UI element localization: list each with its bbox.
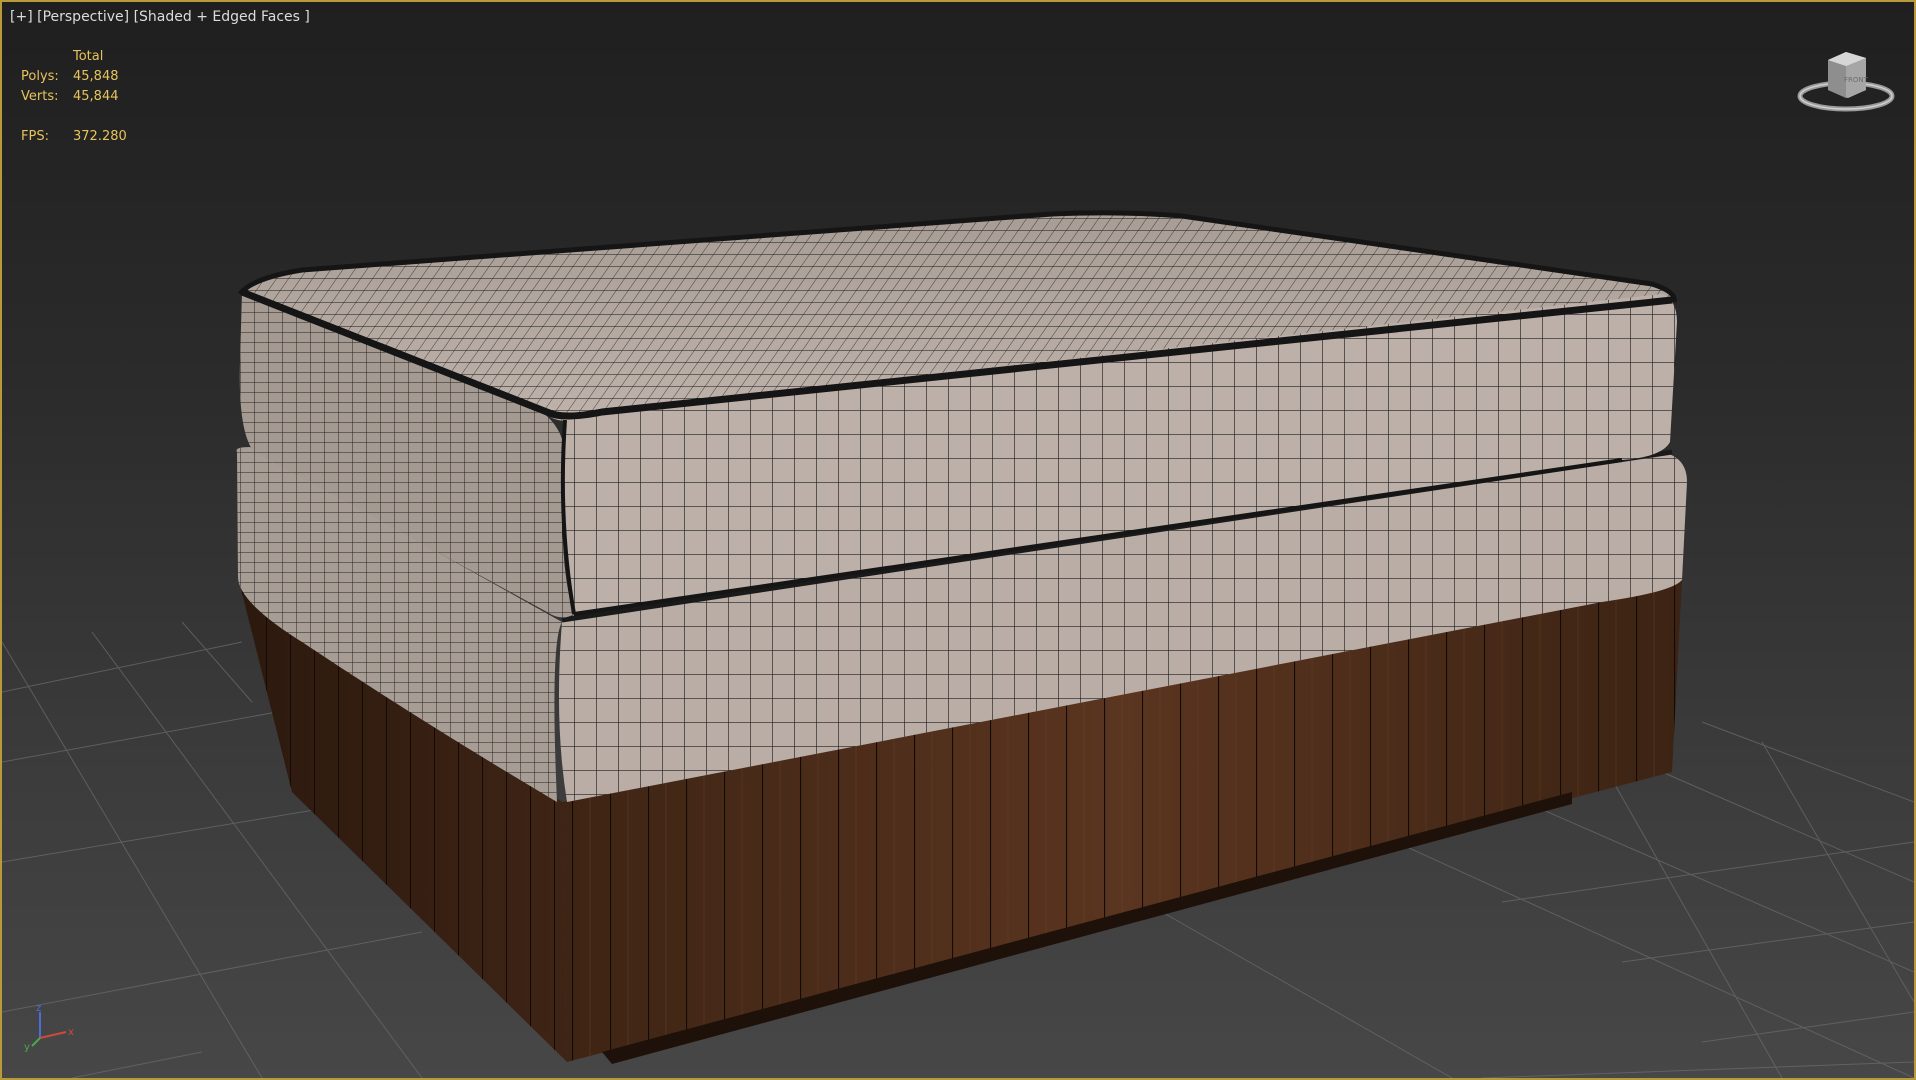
ottoman-model[interactable]	[236, 210, 1687, 1064]
stats-header: Total	[73, 49, 104, 64]
shading-mode-menu[interactable]: [Shaded + Edged Faces ]	[134, 9, 310, 25]
perspective-viewport[interactable]: [+] [Perspective] [Shaded + Edged Faces …	[0, 0, 1916, 1080]
viewcube-face-label: FRONT	[1844, 76, 1869, 84]
polys-value: 45,848	[73, 69, 119, 84]
fps-value: 372.280	[73, 129, 127, 144]
z-axis-label: z	[36, 1003, 41, 1014]
view-type-menu[interactable]: [Perspective]	[37, 9, 129, 25]
viewport-scene[interactable]	[2, 2, 1914, 1078]
viewport-menu-button[interactable]: [+]	[10, 9, 33, 25]
fps-label: FPS:	[21, 129, 49, 144]
x-axis-label: x	[68, 1027, 74, 1038]
verts-value: 45,844	[73, 89, 119, 104]
statistics-overlay: Total Polys: 45,848 Verts: 45,844 FPS: 372.…	[21, 47, 127, 147]
axis-tripod-icon: z x y	[20, 1002, 80, 1056]
y-axis-label: y	[24, 1042, 30, 1052]
viewport-label: [+] [Perspective] [Shaded + Edged Faces …	[10, 9, 310, 25]
polys-label: Polys:	[21, 69, 59, 84]
viewcube-icon[interactable]: FRONT	[1796, 46, 1896, 120]
verts-label: Verts:	[21, 89, 59, 104]
